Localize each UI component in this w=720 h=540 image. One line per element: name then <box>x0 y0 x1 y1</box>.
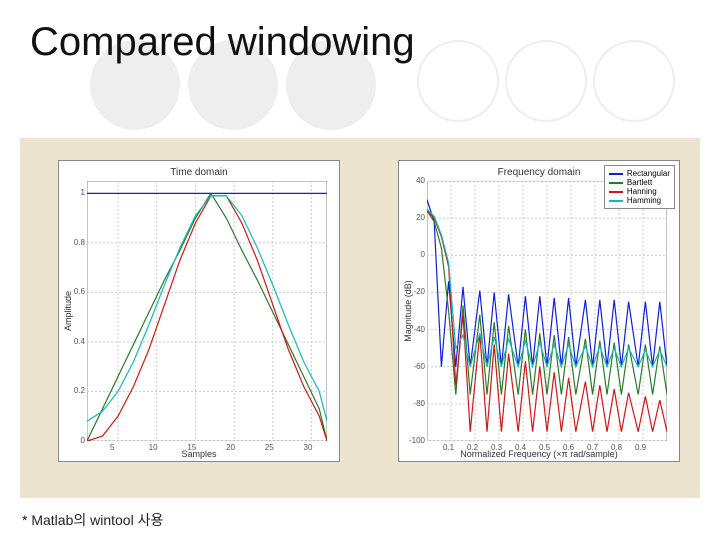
chart-frequency-domain: Frequency domain Magnitude (dB) Normaliz… <box>398 160 680 462</box>
legend-item: Hanning <box>609 187 670 196</box>
figure-panel: Time domain Amplitude Samples 5101520253… <box>20 138 700 498</box>
legend-item: Rectangular <box>609 169 670 178</box>
chart-plot <box>87 181 327 441</box>
legend-item: Bartlett <box>609 178 670 187</box>
footnote: * Matlab의 wintool 사용 <box>22 510 163 530</box>
chart-title: Time domain <box>59 167 339 178</box>
x-axis-label: Samples <box>59 449 339 459</box>
chart-plot <box>427 181 667 441</box>
y-axis-label: Magnitude (dB) <box>403 280 413 342</box>
page-title: Compared windowing <box>30 20 415 65</box>
y-axis-label: Amplitude <box>63 291 73 331</box>
decorative-circles-outline <box>417 40 675 122</box>
legend-item: Hamming <box>609 196 670 205</box>
legend: RectangularBartlettHanningHamming <box>604 165 675 209</box>
chart-time-domain: Time domain Amplitude Samples 5101520253… <box>58 160 340 462</box>
